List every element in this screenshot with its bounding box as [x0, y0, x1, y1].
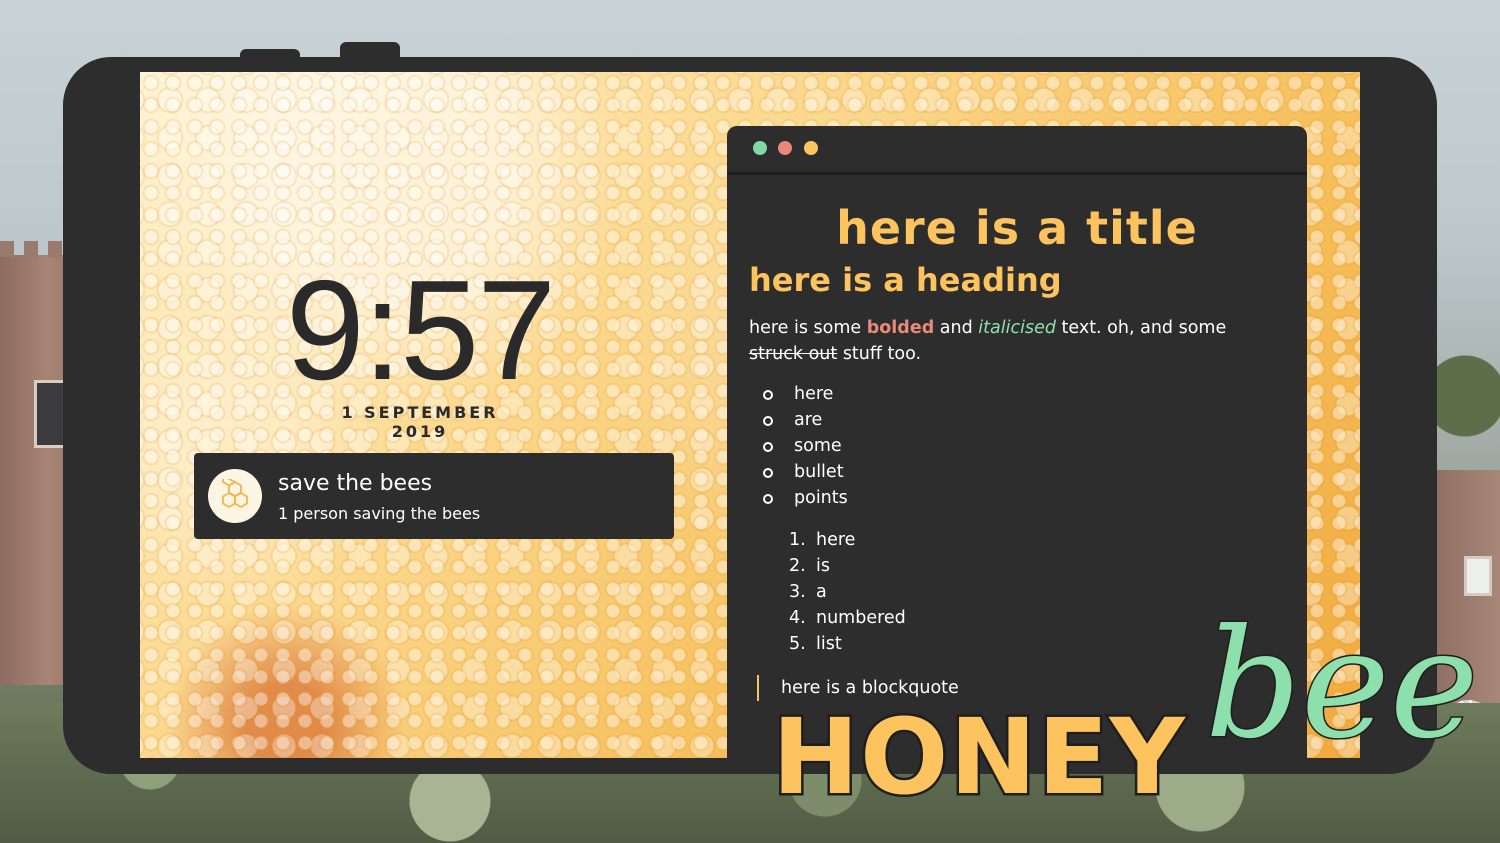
bullet-item: points: [763, 485, 1285, 511]
bold-text: bolded: [866, 318, 935, 338]
notification-title: save the bees: [278, 471, 433, 496]
bee-script-text: bee: [1204, 598, 1481, 772]
castle-window: [34, 380, 66, 448]
notification-card[interactable]: save the bees 1 person saving the bees: [194, 453, 674, 539]
manor-window: [1464, 556, 1492, 596]
bullet-item: are: [763, 407, 1285, 433]
window-yellow-dot[interactable]: [804, 141, 818, 155]
device-button-left[interactable]: [240, 49, 300, 65]
para-text: here is some: [749, 318, 867, 338]
window-titlebar[interactable]: [727, 126, 1307, 175]
honey-logo-text: HONEY: [770, 696, 1188, 818]
numbered-item: 1. here: [789, 530, 856, 550]
document-heading: here is a heading: [749, 261, 1062, 299]
device-screen: 9:57 1 SEPTEMBER 2019 save the bees 1 pe…: [140, 72, 1360, 758]
bullet-list: here are some bullet points: [749, 381, 1285, 511]
numbered-item: 2. is: [789, 556, 830, 576]
device-button-right[interactable]: [340, 42, 400, 64]
document-paragraph: here is some bolded and italicised text.…: [749, 315, 1285, 367]
bullet-item: some: [763, 433, 1285, 459]
struck-text: struck out: [749, 344, 838, 364]
lockscreen-date: 1 SEPTEMBER 2019: [341, 403, 499, 441]
window-green-dot[interactable]: [753, 141, 767, 155]
document-title: here is a title: [836, 201, 1198, 255]
italic-text: italicised: [978, 318, 1056, 338]
honeycomb-icon: [208, 469, 262, 523]
para-text: text. oh, and some: [1055, 318, 1227, 338]
notification-subtitle: 1 person saving the bees: [278, 504, 481, 523]
para-text: and: [934, 318, 979, 338]
bullet-item: bullet: [763, 459, 1285, 485]
para-text: stuff too.: [837, 344, 922, 364]
bullet-item: here: [763, 381, 1285, 407]
tree-right: [1430, 340, 1500, 480]
lockscreen-clock: 9:57: [285, 251, 556, 410]
window-red-dot[interactable]: [778, 141, 792, 155]
